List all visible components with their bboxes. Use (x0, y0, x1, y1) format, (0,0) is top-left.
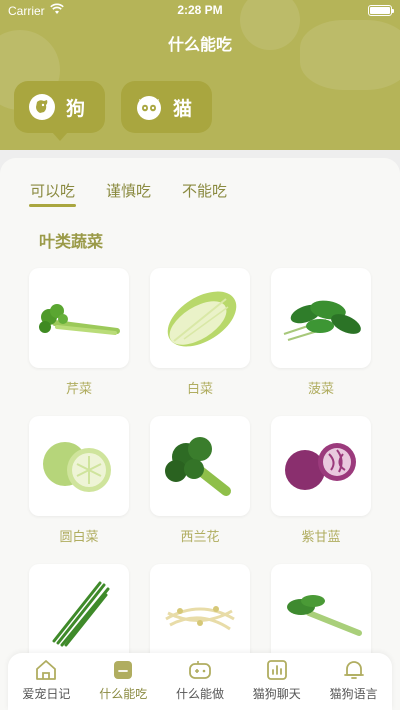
chart-icon (266, 660, 287, 680)
tab-pet-language[interactable]: 猫狗语言 (315, 653, 392, 710)
food-name: 白菜 (186, 382, 213, 397)
food-tile (29, 564, 129, 664)
pet-tab-dog-label: 狗 (66, 97, 86, 120)
bell-icon (343, 661, 364, 679)
food-tile (271, 268, 371, 368)
dog-icon (29, 94, 55, 120)
food-item-celery[interactable]: 芹菜 (29, 268, 129, 397)
food-tile (29, 416, 129, 516)
cabbage-image (43, 442, 111, 492)
active-tab-indicator (29, 204, 76, 207)
food-item-spinach[interactable]: 菠菜 (271, 268, 371, 397)
cat-icon (137, 96, 161, 120)
tab-what-to-eat-label: 什么能吃 (99, 687, 148, 701)
section-title: 叶类蔬菜 (39, 232, 104, 251)
spinach-image (283, 300, 361, 341)
food-tile (271, 564, 371, 664)
battery-icon (368, 5, 394, 16)
status-bar: Carrier 2:28 PM (0, 0, 400, 22)
bottom-tab-bar: 爱宠日记 什么能吃 什么能做 猫狗聊天 猫狗语言 (8, 653, 392, 710)
tab-pet-language-label: 猫狗语言 (329, 687, 378, 701)
bean-sprouts-image (165, 606, 235, 631)
food-item-cabbage[interactable]: 圆白菜 (29, 416, 129, 545)
pet-tab-cat-label: 猫 (173, 97, 193, 120)
food-name: 菠菜 (307, 382, 334, 397)
tab-what-to-do[interactable]: 什么能做 (162, 653, 239, 710)
food-item-broccoli[interactable]: 西兰花 (150, 416, 250, 545)
content-card: 可以吃 谨慎吃 不能吃 叶类蔬菜 芹菜 白菜 菠菜 圆白菜 西兰花 紫甘蓝 (0, 158, 400, 710)
header: Carrier 2:28 PM 什么能吃 狗 猫 (0, 0, 400, 150)
choy-sum-image (287, 595, 362, 636)
gamepad-icon (189, 661, 211, 679)
broccoli-image (165, 437, 231, 496)
food-name: 圆白菜 (59, 530, 99, 545)
food-name: 紫甘蓝 (301, 530, 341, 545)
tab-pet-chat[interactable]: 猫狗聊天 (238, 653, 315, 710)
food-item-napa-cabbage[interactable]: 白菜 (150, 268, 250, 397)
food-tile (150, 416, 250, 516)
celery-image (39, 304, 120, 335)
food-name: 芹菜 (65, 382, 92, 397)
pet-tab-dog[interactable]: 狗 (14, 81, 105, 141)
food-tile (271, 416, 371, 516)
red-cabbage-image (285, 443, 356, 490)
pet-tab-cat[interactable]: 猫 (121, 81, 212, 133)
tab-what-to-eat[interactable]: 什么能吃 (85, 653, 162, 710)
food-item-red-cabbage[interactable]: 紫甘蓝 (271, 416, 371, 545)
food-tile (150, 268, 250, 368)
tab-eat-with-caution[interactable]: 谨慎吃 (106, 180, 151, 201)
food-tile (29, 268, 129, 368)
tab-pet-chat-label: 猫狗聊天 (252, 687, 301, 701)
tab-what-to-do-label: 什么能做 (175, 687, 224, 701)
napa-cabbage-image (167, 291, 237, 347)
page-title: 什么能吃 (167, 35, 232, 54)
bowl-icon (114, 661, 133, 679)
food-name: 西兰花 (180, 530, 220, 545)
tab-pet-diary[interactable]: 爱宠日记 (8, 653, 85, 710)
tab-cannot-eat[interactable]: 不能吃 (182, 180, 227, 201)
tab-can-eat[interactable]: 可以吃 (30, 180, 75, 201)
chives-image (52, 581, 110, 647)
tab-pet-diary-label: 爱宠日记 (22, 687, 71, 701)
house-icon (36, 660, 57, 680)
clock: 2:28 PM (177, 3, 223, 17)
food-tile (150, 564, 250, 664)
